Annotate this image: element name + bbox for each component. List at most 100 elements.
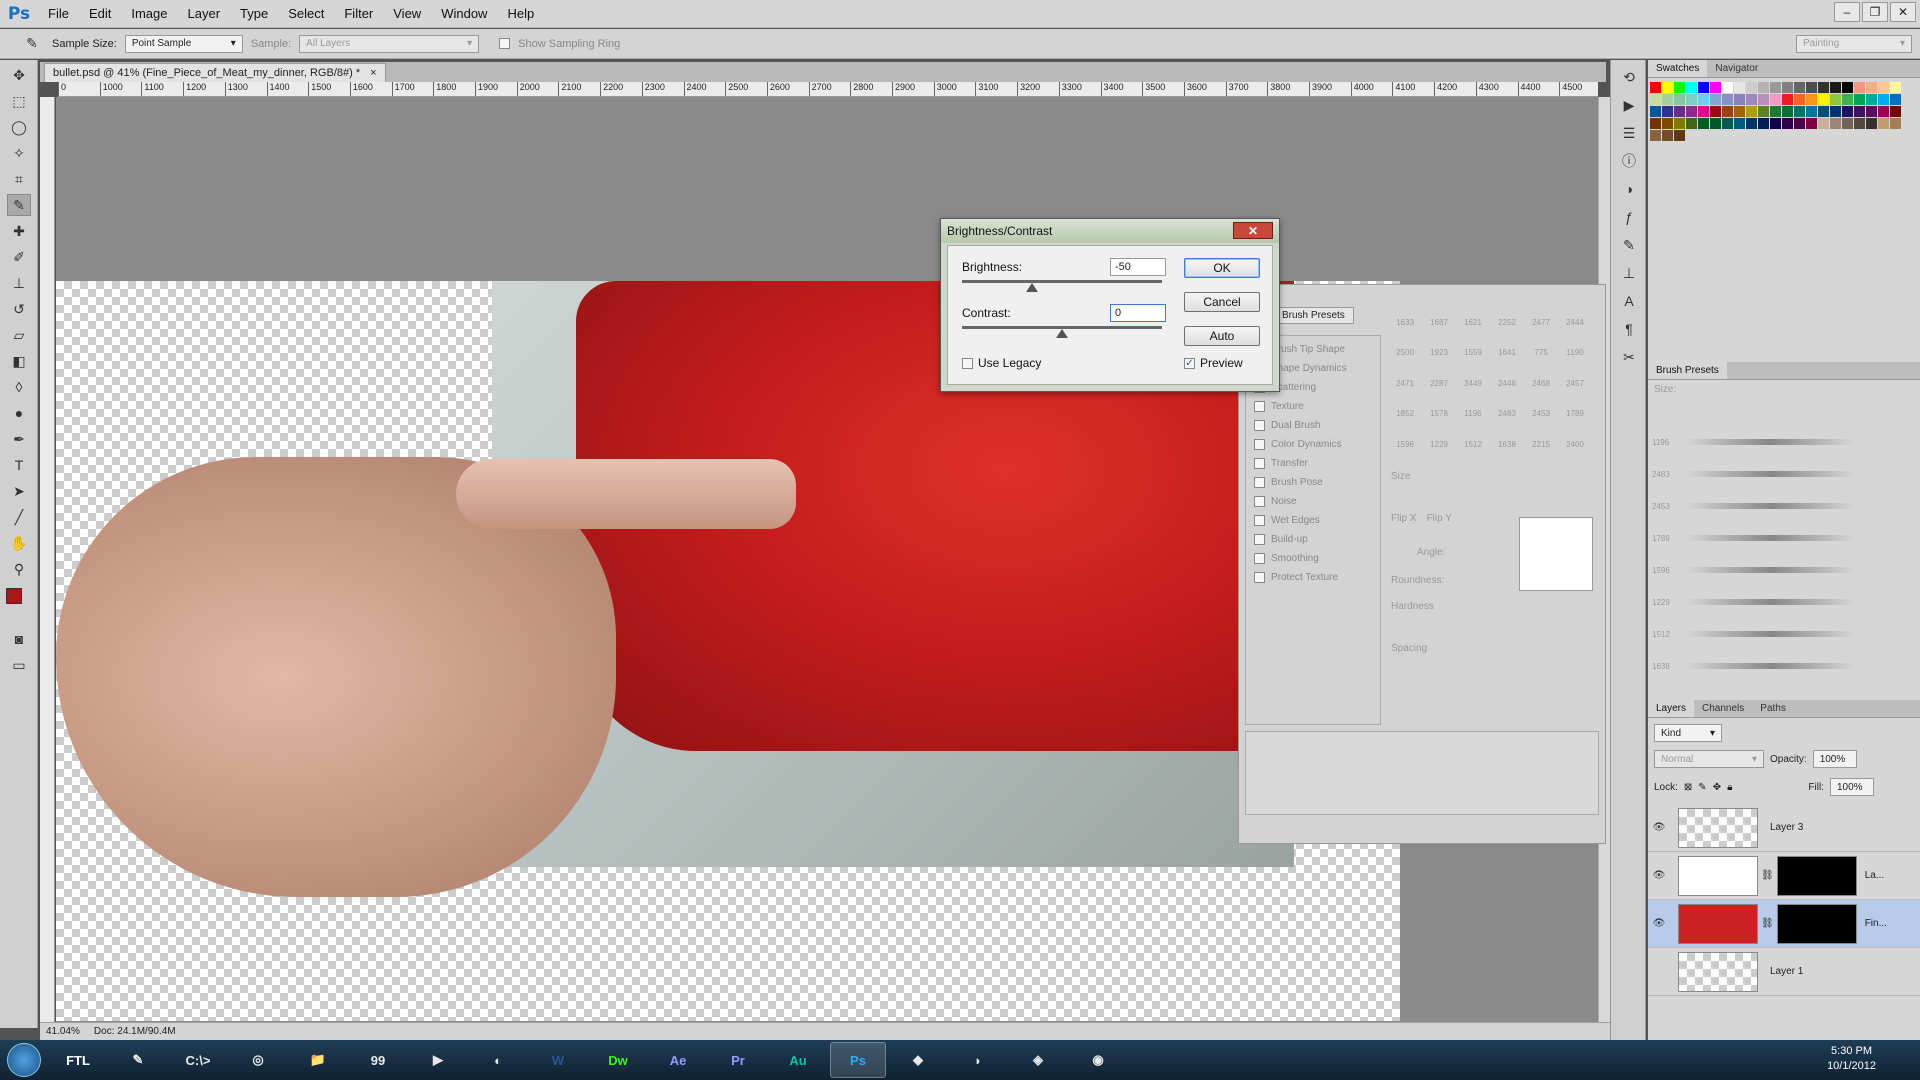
- color-swatch[interactable]: [1770, 118, 1781, 129]
- brush-tip[interactable]: 2483: [1491, 396, 1523, 418]
- menu-help[interactable]: Help: [497, 0, 544, 28]
- color-swatch[interactable]: [1710, 82, 1721, 93]
- cancel-button[interactable]: Cancel: [1184, 292, 1260, 312]
- color-swatch[interactable]: [1722, 118, 1733, 129]
- color-swatch[interactable]: [1650, 106, 1661, 117]
- layer-row[interactable]: Layer 1: [1648, 948, 1920, 996]
- color-swatch[interactable]: [1890, 94, 1901, 105]
- brush-tip[interactable]: 2468: [1525, 366, 1557, 388]
- color-swatch[interactable]: [1830, 94, 1841, 105]
- brush-tip[interactable]: 1852: [1389, 396, 1421, 418]
- zoom-level[interactable]: 41.04%: [46, 1026, 80, 1037]
- color-swatch[interactable]: [1662, 130, 1673, 141]
- brush-tip[interactable]: 1229: [1423, 427, 1455, 449]
- eye-icon[interactable]: 👁︎: [1648, 870, 1670, 881]
- taskbar-app-icon[interactable]: FTL: [50, 1042, 106, 1078]
- pen-tool-icon[interactable]: ✒: [7, 428, 31, 450]
- taskbar-app-icon[interactable]: W: [530, 1042, 586, 1078]
- brush-tip[interactable]: 2400: [1559, 427, 1591, 449]
- brush-tip[interactable]: 2500: [1389, 335, 1421, 357]
- color-swatch[interactable]: [1770, 94, 1781, 105]
- taskbar-app-icon[interactable]: ◉: [1070, 1042, 1126, 1078]
- brush-preset-item[interactable]: 1596: [1652, 554, 1892, 586]
- use-legacy-checkbox[interactable]: [962, 358, 973, 369]
- brush-tip[interactable]: 1196: [1457, 396, 1489, 418]
- color-swatch[interactable]: [1686, 118, 1697, 129]
- taskbar-app-icon[interactable]: Dw: [590, 1042, 646, 1078]
- brush-tip[interactable]: 1596: [1389, 427, 1421, 449]
- color-swatch[interactable]: [1818, 118, 1829, 129]
- color-swatch[interactable]: [1866, 82, 1877, 93]
- lock-position-icon[interactable]: ✥: [1713, 782, 1721, 793]
- taskbar-app-icon[interactable]: Ae: [650, 1042, 706, 1078]
- brush-setting-checkbox[interactable]: [1254, 572, 1265, 583]
- brush-tip[interactable]: 2215: [1525, 427, 1557, 449]
- color-swatch[interactable]: [1734, 118, 1745, 129]
- brush-setting-item[interactable]: Noise: [1246, 492, 1380, 511]
- taskbar-app-icon[interactable]: C:\>: [170, 1042, 226, 1078]
- clone-stamp-tool-icon[interactable]: ⊥: [7, 272, 31, 294]
- color-swatch[interactable]: [1854, 118, 1865, 129]
- brush-panel-icon[interactable]: ✎: [1618, 234, 1640, 256]
- menu-image[interactable]: Image: [121, 0, 177, 28]
- brush-setting-checkbox[interactable]: [1254, 496, 1265, 507]
- eye-icon[interactable]: 👁︎: [1648, 918, 1670, 929]
- brush-tip[interactable]: 2477: [1525, 305, 1557, 327]
- color-swatch[interactable]: [1710, 118, 1721, 129]
- brush-tip[interactable]: 2449: [1457, 366, 1489, 388]
- color-swatch[interactable]: [1698, 94, 1709, 105]
- color-swatch[interactable]: [1722, 94, 1733, 105]
- color-swatch[interactable]: [1698, 106, 1709, 117]
- brush-setting-checkbox[interactable]: [1254, 515, 1265, 526]
- color-swatch[interactable]: [1782, 118, 1793, 129]
- brush-tip[interactable]: 2446: [1491, 366, 1523, 388]
- dialog-close-button[interactable]: ✕: [1233, 222, 1273, 239]
- restore-button[interactable]: ❐: [1862, 2, 1888, 22]
- menu-window[interactable]: Window: [431, 0, 497, 28]
- brush-setting-item[interactable]: Dual Brush: [1246, 416, 1380, 435]
- preview-checkbox[interactable]: ✓: [1184, 358, 1195, 369]
- brush-tip[interactable]: 1641: [1491, 335, 1523, 357]
- screen-mode-icon[interactable]: ▭: [7, 654, 31, 676]
- color-swatch[interactable]: [1830, 82, 1841, 93]
- tab-swatches[interactable]: Swatches: [1648, 60, 1708, 77]
- color-swatch[interactable]: [1650, 94, 1661, 105]
- brush-setting-checkbox[interactable]: [1254, 439, 1265, 450]
- brush-tip[interactable]: 1190: [1559, 335, 1591, 357]
- brush-setting-checkbox[interactable]: [1254, 401, 1265, 412]
- layer-mask-thumbnail[interactable]: [1776, 855, 1857, 896]
- brush-preset-item[interactable]: 1229: [1652, 586, 1892, 618]
- healing-brush-tool-icon[interactable]: ✚: [7, 220, 31, 242]
- tab-layers[interactable]: Layers: [1648, 700, 1695, 717]
- color-swatch[interactable]: [1890, 118, 1901, 129]
- color-swatch[interactable]: [1722, 82, 1733, 93]
- color-swatch[interactable]: [1806, 82, 1817, 93]
- color-swatch[interactable]: [1746, 82, 1757, 93]
- color-swatch[interactable]: [1890, 106, 1901, 117]
- brush-setting-item[interactable]: Color Dynamics: [1246, 435, 1380, 454]
- brush-setting-checkbox[interactable]: [1254, 534, 1265, 545]
- menu-edit[interactable]: Edit: [79, 0, 121, 28]
- brush-setting-checkbox[interactable]: [1254, 458, 1265, 469]
- minimize-button[interactable]: –: [1834, 2, 1860, 22]
- flip-x-label[interactable]: Flip X: [1391, 513, 1417, 524]
- color-swatch[interactable]: [1794, 118, 1805, 129]
- color-swatch[interactable]: [1794, 82, 1805, 93]
- brush-tip[interactable]: 1789: [1559, 396, 1591, 418]
- color-swatch[interactable]: [1854, 94, 1865, 105]
- menu-select[interactable]: Select: [278, 0, 334, 28]
- opacity-input[interactable]: 100%: [1812, 750, 1857, 768]
- color-swatch[interactable]: [1782, 82, 1793, 93]
- brush-preset-item[interactable]: 2483: [1652, 458, 1892, 490]
- brush-setting-item[interactable]: Protect Texture: [1246, 568, 1380, 587]
- color-swatch[interactable]: [1758, 106, 1769, 117]
- brush-tip[interactable]: 1638: [1491, 427, 1523, 449]
- hand-tool-icon[interactable]: ✋: [7, 532, 31, 554]
- color-swatch[interactable]: [1662, 118, 1673, 129]
- brush-tool-icon[interactable]: ✐: [7, 246, 31, 268]
- taskbar-app-icon[interactable]: 99: [350, 1042, 406, 1078]
- color-swatch[interactable]: [1842, 106, 1853, 117]
- color-swatch[interactable]: [1794, 94, 1805, 105]
- brush-setting-item[interactable]: Brush Pose: [1246, 473, 1380, 492]
- taskbar-app-icon[interactable]: 📁: [290, 1042, 346, 1078]
